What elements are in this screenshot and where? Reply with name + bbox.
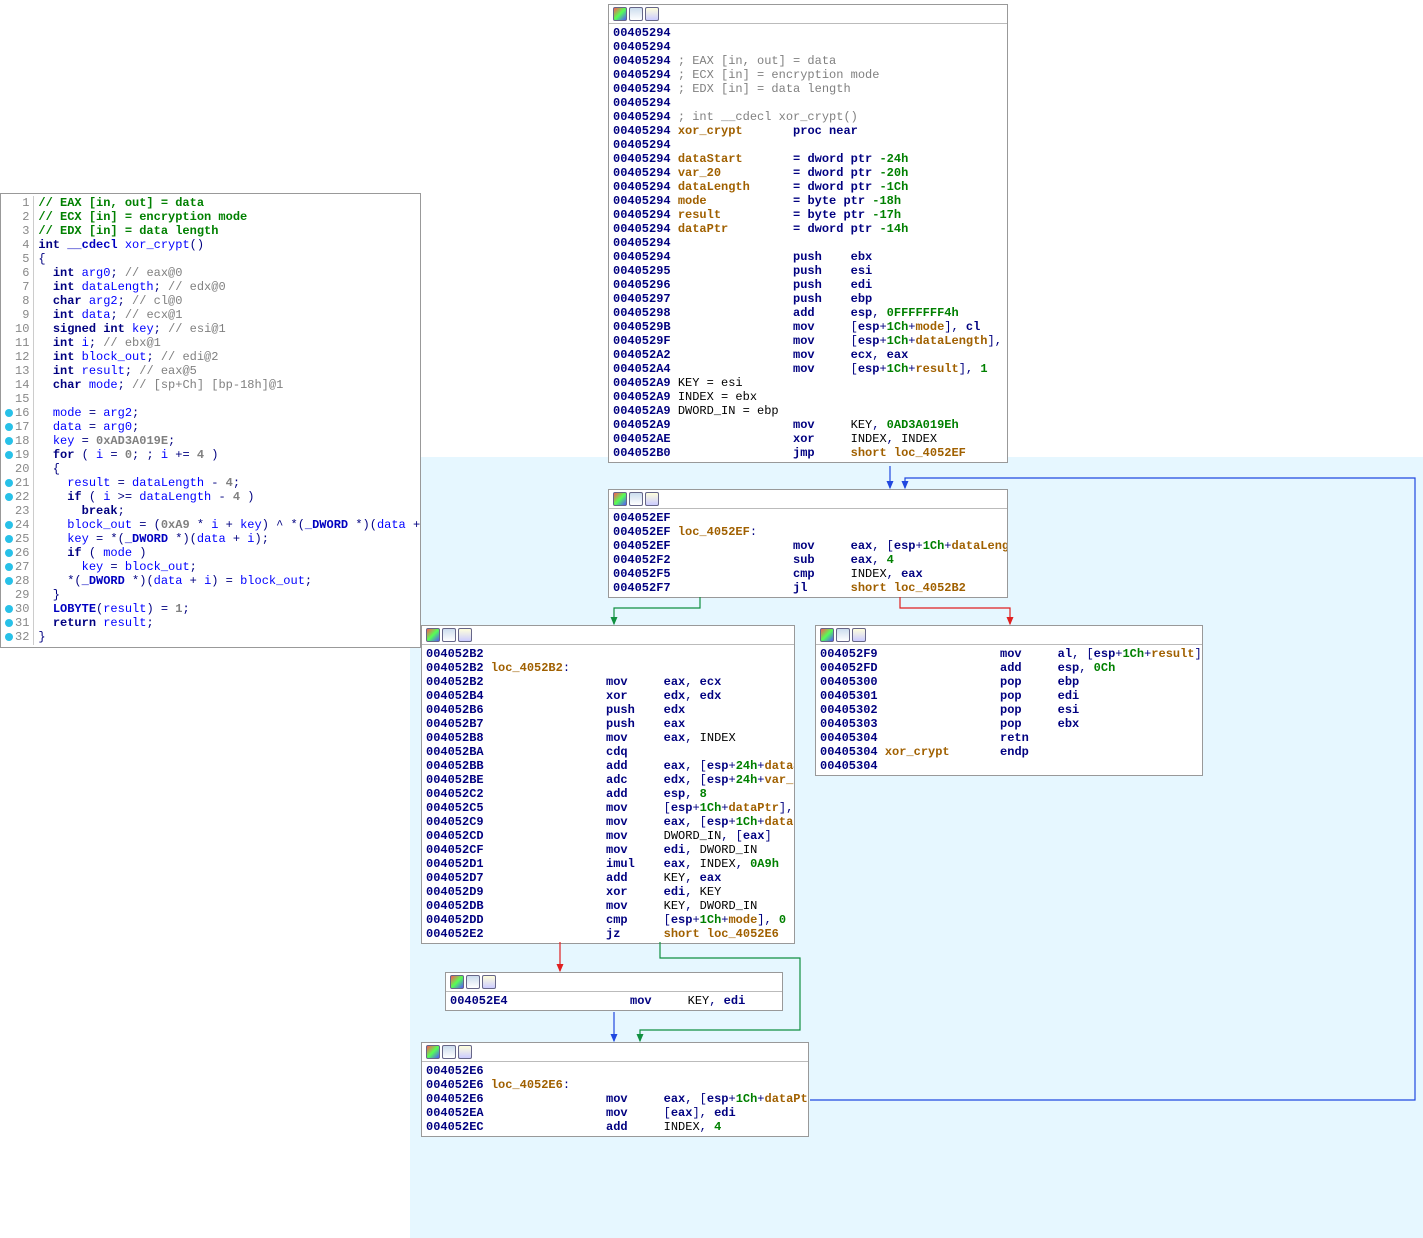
asm-block-loc4052ef[interactable]: 004052EF004052EF loc_4052EF:004052EF mov… (608, 489, 1008, 598)
icon-c (852, 628, 866, 642)
icon-c (458, 628, 472, 642)
asm-block-entry[interactable]: 004052940040529400405294 ; EAX [in, out]… (608, 4, 1008, 463)
icon-b (442, 628, 456, 642)
icon-a (426, 1045, 440, 1059)
decompile-panel[interactable]: 1234567891011121314151617181920212223242… (0, 193, 421, 648)
blk4-body: 004052F9 mov al, [esp+1Ch+result]004052F… (816, 645, 1202, 775)
asm-block-loc4052e6[interactable]: 004052E6004052E6 loc_4052E6:004052E6 mov… (421, 1042, 809, 1137)
icon-b (629, 492, 643, 506)
icon-a (820, 628, 834, 642)
block-titlebar (816, 626, 1202, 645)
decompile-body: 1234567891011121314151617181920212223242… (1, 194, 420, 647)
icon-a (426, 628, 440, 642)
block-titlebar (422, 626, 794, 645)
icon-b (836, 628, 850, 642)
blk5-body: 004052E4 mov KEY, edi (446, 992, 782, 1010)
icon-b (442, 1045, 456, 1059)
block-titlebar (609, 490, 1007, 509)
icon-c (645, 7, 659, 21)
block-titlebar (422, 1043, 808, 1062)
blk1-body: 004052940040529400405294 ; EAX [in, out]… (609, 24, 1007, 462)
asm-block-loc4052b2[interactable]: 004052B2004052B2 loc_4052B2:004052B2 mov… (421, 625, 795, 944)
blk6-body: 004052E6004052E6 loc_4052E6:004052E6 mov… (422, 1062, 808, 1136)
icon-a (613, 7, 627, 21)
icon-a (613, 492, 627, 506)
blk2-body: 004052EF004052EF loc_4052EF:004052EF mov… (609, 509, 1007, 597)
block-titlebar (609, 5, 1007, 24)
icon-b (466, 975, 480, 989)
icon-c (482, 975, 496, 989)
icon-a (450, 975, 464, 989)
icon-c (645, 492, 659, 506)
icon-c (458, 1045, 472, 1059)
asm-block-epilogue[interactable]: 004052F9 mov al, [esp+1Ch+result]004052F… (815, 625, 1203, 776)
blk3-body: 004052B2004052B2 loc_4052B2:004052B2 mov… (422, 645, 794, 943)
asm-block-4052e4[interactable]: 004052E4 mov KEY, edi (445, 972, 783, 1011)
icon-b (629, 7, 643, 21)
block-titlebar (446, 973, 782, 992)
